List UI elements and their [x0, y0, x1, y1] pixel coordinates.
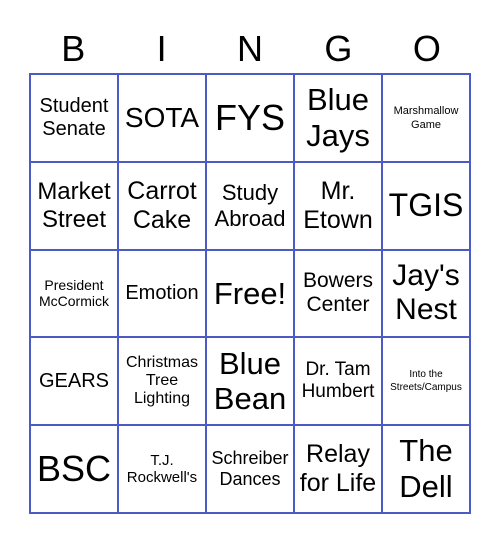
bingo-cell[interactable]: GEARS: [30, 337, 118, 426]
bingo-cell[interactable]: Dr. Tam Humbert: [294, 337, 382, 426]
bingo-cell[interactable]: Carrot Cake: [118, 161, 206, 250]
bingo-cell[interactable]: Into the Streets/Campus: [382, 337, 470, 426]
bingo-cell[interactable]: Bowers Center: [294, 249, 382, 338]
header-letter-i: I: [156, 28, 167, 69]
bingo-cell[interactable]: Schreiber Dances: [206, 425, 294, 513]
bingo-cell[interactable]: Marshmallow Game: [382, 74, 470, 162]
bingo-cell[interactable]: Study Abroad: [206, 161, 294, 250]
bingo-cell[interactable]: FYS: [206, 74, 294, 162]
bingo-cell[interactable]: TGIS: [382, 161, 470, 250]
header-letter-o: O: [412, 28, 441, 69]
bingo-grid: Student Senate SOTA FYS Blue Jays Marshmallo…: [29, 73, 471, 514]
bingo-cell[interactable]: Market Street: [30, 161, 118, 250]
bingo-cell[interactable]: Christmas Tree Lighting: [118, 337, 206, 426]
bingo-cell[interactable]: T.J. Rockwell's: [118, 425, 206, 513]
bingo-cell[interactable]: Blue Jays: [294, 74, 382, 162]
bingo-cell[interactable]: Blue Bean: [206, 337, 294, 426]
bingo-cell[interactable]: Mr. Etown: [294, 161, 382, 250]
header-letter-b: B: [61, 28, 86, 69]
bingo-cell[interactable]: Jay's Nest: [382, 249, 470, 338]
bingo-header: B I N G O: [29, 26, 471, 72]
header-letter-g: G: [324, 28, 353, 69]
header-letter-n: N: [237, 28, 264, 69]
bingo-cell[interactable]: Relay for Life: [294, 425, 382, 513]
bingo-cell[interactable]: BSC: [30, 425, 118, 513]
bingo-cell[interactable]: Emotion: [118, 249, 206, 338]
bingo-cell[interactable]: Free!: [206, 249, 294, 338]
bingo-cell[interactable]: Student Senate: [30, 74, 118, 162]
bingo-cell[interactable]: The Dell: [382, 425, 470, 513]
bingo-cell[interactable]: SOTA: [118, 74, 206, 162]
bingo-cell[interactable]: President McCormick: [30, 249, 118, 338]
